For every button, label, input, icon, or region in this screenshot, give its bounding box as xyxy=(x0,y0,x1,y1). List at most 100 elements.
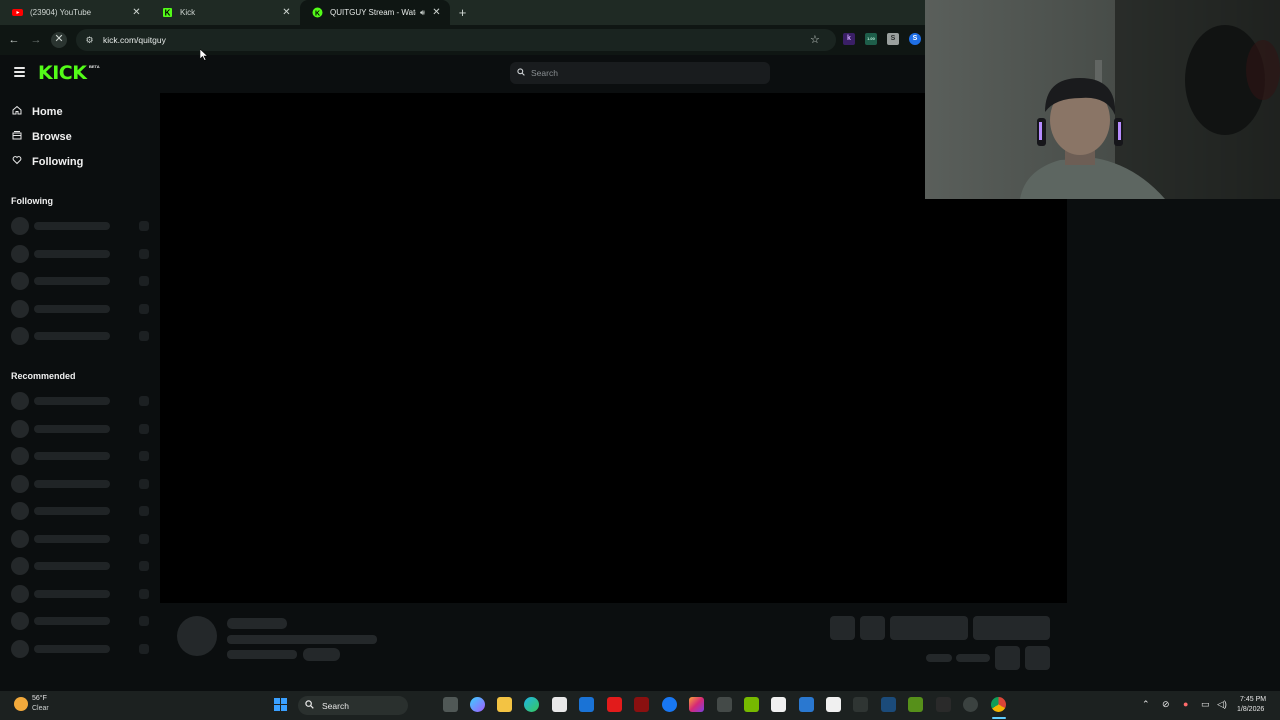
close-icon[interactable]: ✕ xyxy=(281,7,292,18)
site-info-icon[interactable]: ⚙ xyxy=(84,35,95,46)
name-placeholder xyxy=(34,249,110,258)
action-button-placeholder xyxy=(830,616,855,640)
arc-icon[interactable] xyxy=(853,697,868,712)
copilot-icon[interactable] xyxy=(470,697,485,712)
chevron-up-icon[interactable]: ⌃ xyxy=(1142,699,1150,710)
status-placeholder xyxy=(139,451,149,461)
name-placeholder xyxy=(34,222,110,230)
action-button-placeholder xyxy=(860,616,885,640)
status-placeholder xyxy=(139,276,149,286)
epic-games-icon[interactable] xyxy=(936,697,951,712)
edge-icon[interactable] xyxy=(524,697,539,712)
nvidia-app-icon[interactable] xyxy=(744,697,759,712)
sidebar: Home Browse Following Following Recommen… xyxy=(0,91,160,691)
tab-kick[interactable]: K Kick ✕ xyxy=(150,0,300,25)
file-explorer-icon[interactable] xyxy=(497,697,512,712)
facebook-icon[interactable] xyxy=(662,697,677,712)
roblox-icon[interactable] xyxy=(826,697,841,712)
kick-logo[interactable]: KICK xyxy=(38,62,87,84)
name-placeholder xyxy=(34,277,110,285)
weather-moon-icon xyxy=(14,697,28,711)
amazon-icon[interactable] xyxy=(771,697,786,712)
outlook-icon[interactable] xyxy=(579,697,594,712)
recommended-placeholder-row xyxy=(11,392,151,410)
avatar-placeholder xyxy=(11,447,29,465)
sidebar-item-label: Browse xyxy=(32,130,72,143)
close-icon[interactable]: ✕ xyxy=(131,7,142,18)
task-view-icon[interactable] xyxy=(443,697,458,712)
puzzle-extension-icon[interactable]: S xyxy=(887,33,899,45)
name-placeholder xyxy=(34,332,110,340)
clock-date[interactable]: 1/8/2026 xyxy=(1237,706,1264,713)
following-placeholder-row xyxy=(11,244,151,263)
avatar-placeholder xyxy=(11,299,29,318)
clock-time[interactable]: 7:45 PM xyxy=(1240,696,1266,703)
new-tab-button[interactable]: + xyxy=(455,5,470,20)
taskbar-search-box[interactable]: Search xyxy=(298,696,408,715)
recommended-placeholder-row xyxy=(11,639,151,658)
microsoft-store-icon[interactable] xyxy=(552,697,567,712)
sidebar-item-home[interactable]: Home xyxy=(11,105,63,118)
bookmark-star-icon[interactable]: ☆ xyxy=(810,33,820,46)
youtube-app-icon[interactable] xyxy=(607,697,622,712)
volume-icon[interactable]: ◁) xyxy=(1217,699,1227,710)
netflix-icon[interactable] xyxy=(634,697,649,712)
microphone-icon[interactable]: ● xyxy=(1183,699,1188,709)
sidebar-item-following[interactable]: Following xyxy=(11,155,83,168)
nvidia-icon[interactable] xyxy=(908,697,923,712)
avatar-placeholder xyxy=(11,474,29,493)
webcam-feed-image xyxy=(925,0,1280,199)
avatar-placeholder xyxy=(11,612,29,630)
action-button-placeholder xyxy=(1025,646,1050,670)
close-icon[interactable]: ✕ xyxy=(431,7,442,18)
search-icon xyxy=(517,68,525,78)
sidebar-item-label: Home xyxy=(32,105,63,118)
name-placeholder xyxy=(34,617,110,625)
counter-extension-icon[interactable]: 1.00 xyxy=(865,33,877,45)
chrome-icon[interactable] xyxy=(991,697,1006,712)
media-player-icon[interactable] xyxy=(717,697,732,712)
recommended-placeholder-row xyxy=(11,584,151,603)
forward-button[interactable]: → xyxy=(29,33,43,47)
status-placeholder xyxy=(139,248,149,259)
display-icon[interactable]: ▭ xyxy=(1201,699,1210,710)
heart-icon xyxy=(11,155,23,168)
following-placeholder-row xyxy=(11,272,151,290)
windows-start-icon[interactable] xyxy=(273,697,288,712)
status-placeholder xyxy=(139,561,149,571)
status-placeholder xyxy=(139,478,149,489)
uptime-placeholder xyxy=(956,654,990,662)
following-placeholder-row xyxy=(11,299,151,318)
following-heading: Following xyxy=(11,196,53,206)
back-button[interactable]: ← xyxy=(7,33,21,47)
weather-widget[interactable]: 56°F Clear xyxy=(10,691,70,720)
recommended-placeholder-row xyxy=(11,502,151,520)
tab-youtube[interactable]: (23904) YouTube ✕ xyxy=(0,0,150,25)
follow-button-placeholder xyxy=(890,616,968,640)
address-bar[interactable]: ⚙ kick.com/quitguy xyxy=(76,29,836,51)
kick-icon: K xyxy=(312,7,323,18)
network-icon[interactable]: ⊘ xyxy=(1162,699,1170,710)
search-input[interactable]: Search xyxy=(510,62,770,84)
settings-icon[interactable] xyxy=(963,697,978,712)
svg-text:K: K xyxy=(315,10,320,17)
name-placeholder xyxy=(34,534,110,543)
walmart-icon[interactable] xyxy=(799,697,814,712)
stop-loading-button[interactable]: ✕ xyxy=(51,32,67,48)
status-placeholder xyxy=(139,506,149,516)
name-placeholder xyxy=(34,304,110,313)
recommended-placeholder-row xyxy=(11,557,151,575)
url-text: kick.com/quitguy xyxy=(103,35,166,45)
shazam-extension-icon[interactable]: S xyxy=(909,33,921,45)
menu-icon[interactable] xyxy=(14,67,25,77)
name-placeholder xyxy=(34,397,110,405)
tab-title: Kick xyxy=(180,8,196,17)
webcam-overlay xyxy=(925,0,1280,199)
avatar-placeholder xyxy=(11,392,29,410)
speaker-icon[interactable]: 🔊︎ xyxy=(420,8,425,18)
kick-extension-icon[interactable]: k xyxy=(843,33,855,45)
instagram-icon[interactable] xyxy=(689,697,704,712)
sidebar-item-browse[interactable]: Browse xyxy=(11,130,72,143)
steam-icon[interactable] xyxy=(881,697,896,712)
tab-quitguy-stream[interactable]: K QUITGUY Stream - Watch Li 🔊︎ ✕ xyxy=(300,0,450,25)
